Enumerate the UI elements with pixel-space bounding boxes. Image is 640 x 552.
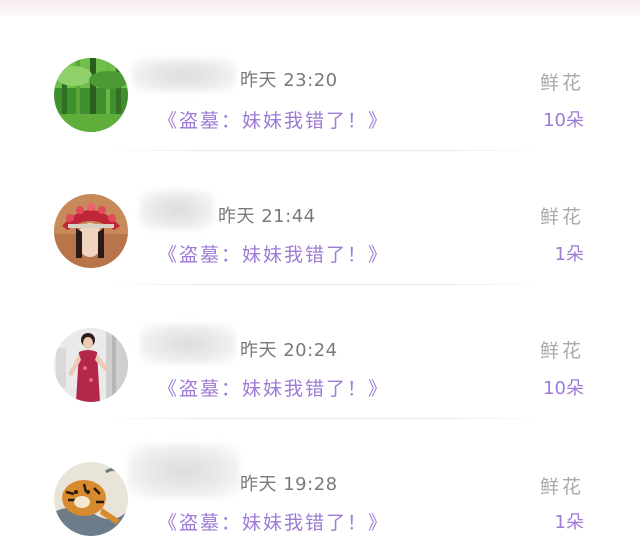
list-item[interactable]: 昨天 19:28 《盗墓：妹妹我错了！》 鲜花 1朵: [0, 428, 640, 552]
timestamp: 昨天 20:24: [240, 340, 338, 361]
divider: [104, 284, 544, 285]
gift-count: 1朵: [554, 244, 584, 265]
opera-headdress-avatar-icon[interactable]: [54, 194, 128, 268]
book-title-link[interactable]: 《盗墓：妹妹我错了！》: [158, 106, 389, 133]
gift-count: 10朵: [543, 378, 584, 399]
tiger-painting-avatar-icon[interactable]: [54, 462, 128, 536]
divider: [104, 418, 544, 419]
book-title-link[interactable]: 《盗墓：妹妹我错了！》: [158, 240, 389, 267]
divider: [104, 150, 544, 151]
top-bar: [0, 0, 640, 16]
timestamp: 昨天 23:20: [240, 70, 338, 91]
gift-count: 10朵: [543, 110, 584, 131]
timestamp: 昨天 21:44: [218, 206, 316, 227]
blurred-username: [140, 324, 236, 364]
book-title-link[interactable]: 《盗墓：妹妹我错了！》: [158, 508, 389, 535]
gift-type-label: 鲜花: [539, 206, 584, 228]
list-item[interactable]: 昨天 21:44 《盗墓：妹妹我错了！》 鲜花 1朵: [0, 160, 640, 294]
bamboo-forest-avatar-icon[interactable]: [54, 58, 128, 132]
blurred-username: [128, 444, 240, 498]
blurred-username: [140, 190, 214, 230]
gift-type-label: 鲜花: [539, 340, 584, 362]
list-item[interactable]: 昨天 23:20 《盗墓：妹妹我错了！》 鲜花 10朵: [0, 26, 640, 160]
timestamp: 昨天 19:28: [240, 474, 338, 495]
gift-type-label: 鲜花: [539, 72, 584, 94]
book-title-link[interactable]: 《盗墓：妹妹我错了！》: [158, 374, 389, 401]
gift-count: 1朵: [554, 512, 584, 533]
list-item[interactable]: 昨天 20:24 《盗墓：妹妹我错了！》 鲜花 10朵: [0, 294, 640, 428]
blurred-username: [132, 58, 236, 92]
qipao-woman-avatar-icon[interactable]: [54, 328, 128, 402]
gift-type-label: 鲜花: [539, 476, 584, 498]
